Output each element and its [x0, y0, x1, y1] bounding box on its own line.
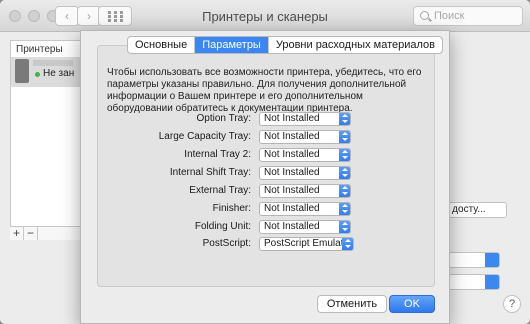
chevron-updown-icon [339, 167, 350, 179]
select-value: Not Installed [264, 131, 320, 142]
chevron-updown-icon [339, 185, 350, 197]
option-row: External Tray: Not Installed [81, 184, 451, 198]
default-printer-popup[interactable] [445, 252, 500, 268]
postscript-select[interactable]: PostScript Emulation [259, 237, 354, 251]
option-row: PostScript: PostScript Emulation [81, 237, 451, 251]
select-value: Not Installed [264, 167, 320, 178]
folding-unit-select[interactable]: Not Installed [259, 220, 351, 234]
add-printer-button[interactable]: + [10, 227, 24, 240]
cancel-button[interactable]: Отменить [317, 295, 387, 313]
option-label: Folding Unit: [194, 221, 251, 232]
large-capacity-tray-select[interactable]: Not Installed [259, 130, 351, 144]
chevron-updown-icon [342, 238, 353, 250]
option-row: Internal Shift Tray: Not Installed [81, 166, 451, 180]
printers-list-panel: Принтеры Не зан [10, 40, 90, 240]
internal-tray-2-select[interactable]: Not Installed [259, 148, 351, 162]
tab-options[interactable]: Параметры [195, 37, 269, 53]
minus-icon: − [26, 226, 34, 240]
chevron-updown-icon [485, 253, 499, 267]
option-row: Folding Unit: Not Installed [81, 220, 451, 234]
select-value: Not Installed [264, 221, 320, 232]
select-value: Not Installed [264, 149, 320, 160]
select-value: Not Installed [264, 203, 320, 214]
help-button[interactable]: ? [503, 295, 521, 313]
remove-printer-button[interactable]: − [24, 227, 38, 240]
default-paper-size-popup[interactable] [445, 274, 500, 290]
info-text: Чтобы использовать все возможности принт… [107, 67, 422, 114]
select-value: Not Installed [264, 113, 320, 124]
chevron-updown-icon [339, 149, 350, 161]
printer-name-redacted [33, 60, 73, 66]
chevron-updown-icon [339, 131, 350, 143]
search-icon [420, 11, 429, 20]
chevron-updown-icon [339, 203, 350, 215]
add-remove-bar: + − [10, 226, 90, 240]
tab-supply-levels[interactable]: Уровни расходных материалов [269, 37, 442, 53]
plus-icon: + [12, 226, 20, 240]
search-field[interactable]: Поиск [413, 6, 523, 26]
option-label: PostScript: [202, 238, 251, 249]
ok-button[interactable]: OK [389, 295, 435, 313]
option-tray-select[interactable]: Not Installed [259, 112, 351, 126]
option-row: Finisher: Not Installed [81, 202, 451, 216]
option-label: Internal Shift Tray: [169, 167, 251, 178]
printer-list-item[interactable]: Не зан [11, 57, 89, 87]
internal-shift-tray-select[interactable]: Not Installed [259, 166, 351, 180]
external-tray-select[interactable]: Not Installed [259, 184, 351, 198]
option-label: Option Tray: [196, 113, 251, 124]
chevron-updown-icon [339, 113, 350, 125]
search-placeholder: Поиск [434, 10, 465, 22]
finisher-select[interactable]: Not Installed [259, 202, 351, 216]
tab-general[interactable]: Основные [128, 37, 196, 53]
printers-list-label: Принтеры [16, 44, 63, 55]
option-row: Internal Tray 2: Not Installed [81, 148, 451, 162]
option-label: External Tray: [189, 185, 251, 196]
tab-bar: Основные Параметры Уровни расходных мате… [127, 36, 443, 54]
option-label: Finisher: [212, 203, 251, 214]
option-row: Large Capacity Tray: Not Installed [81, 130, 451, 144]
status-dot-icon [35, 72, 40, 77]
option-row: Option Tray: Not Installed [81, 112, 451, 126]
option-label: Large Capacity Tray: [158, 131, 251, 142]
printer-icon [15, 59, 29, 83]
option-label: Internal Tray 2: [184, 149, 251, 160]
select-value: PostScript Emulation [264, 238, 354, 249]
printer-options-sheet: Основные Параметры Уровни расходных мате… [80, 30, 450, 324]
printer-status: Не зан [43, 68, 75, 79]
select-value: Not Installed [264, 185, 320, 196]
title-bar: ‹ › Принтеры и сканеры Поиск [0, 0, 530, 32]
chevron-updown-icon [485, 275, 499, 289]
chevron-updown-icon [339, 221, 350, 233]
